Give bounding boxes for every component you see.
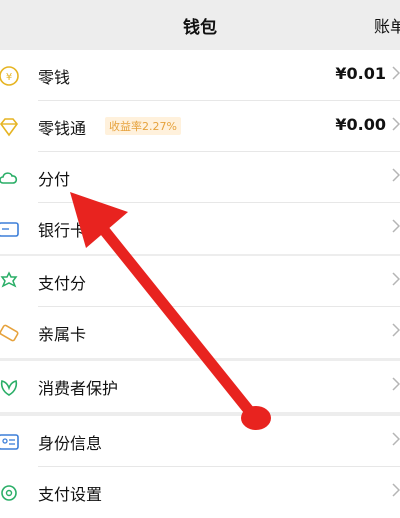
- wallet-item-label: 身份信息: [38, 434, 103, 453]
- wallet-item-bank-card[interactable]: 银行卡: [0, 203, 400, 254]
- wallet-item-label: 亲属卡: [38, 325, 87, 344]
- credit-group: 支付分 亲属卡: [0, 256, 400, 358]
- chevron-right-icon: [392, 377, 400, 391]
- wallet-item-change[interactable]: ¥ 零钱 ¥0.01: [0, 50, 400, 101]
- page-title: 钱包: [183, 18, 217, 38]
- wallet-item-fenfu[interactable]: 分付: [0, 152, 400, 203]
- wallet-item-label: 零钱通: [38, 119, 87, 138]
- chevron-right-icon: [392, 483, 400, 497]
- settings-group: 身份信息 支付设置: [0, 416, 400, 518]
- settings-icon: [1, 485, 17, 501]
- change-balance: ¥0.01: [335, 64, 386, 83]
- wallet-item-label: 消费者保护: [38, 379, 119, 398]
- wallet-item-label: 银行卡: [38, 221, 87, 240]
- wallet-item-label: 分付: [38, 170, 71, 189]
- wallet-item-label: 支付设置: [38, 485, 103, 504]
- bill-link[interactable]: 账单: [374, 13, 400, 37]
- wallet-item-consumer-protection[interactable]: 消费者保护: [0, 361, 400, 412]
- score-icon: [0, 271, 18, 288]
- shield-leaf-icon: [0, 380, 18, 396]
- svg-text:¥: ¥: [6, 72, 12, 83]
- cloud-icon: [0, 172, 18, 184]
- chevron-right-icon: [392, 272, 400, 286]
- family-card-icon: [0, 324, 19, 342]
- chevron-right-icon: [392, 219, 400, 233]
- wallet-item-label: 支付分: [38, 274, 87, 293]
- chevron-right-icon: [392, 66, 400, 80]
- wallet-item-identity[interactable]: 身份信息: [0, 416, 400, 467]
- wallet-item-label: 零钱: [38, 68, 71, 87]
- chevron-right-icon: [392, 323, 400, 337]
- wallet-item-payment-score[interactable]: 支付分: [0, 256, 400, 307]
- chevron-right-icon: [392, 117, 400, 131]
- wallet-item-family-card[interactable]: 亲属卡: [0, 307, 400, 358]
- top-bar: 钱包 账单: [0, 0, 400, 50]
- chevron-right-icon: [392, 168, 400, 182]
- chevron-right-icon: [392, 432, 400, 446]
- id-card-icon: [0, 434, 19, 450]
- wallet-item-lingqiantong[interactable]: 零钱通 收益率2.27% ¥0.00: [0, 101, 400, 152]
- protection-group: 消费者保护: [0, 361, 400, 412]
- yield-badge: 收益率2.27%: [105, 117, 181, 135]
- coin-icon: ¥: [0, 66, 19, 86]
- lingqiantong-balance: ¥0.00: [335, 115, 386, 134]
- card-icon: [0, 222, 19, 237]
- wallet-item-payment-settings[interactable]: 支付设置: [0, 467, 400, 518]
- wallet-group: ¥ 零钱 ¥0.01 零钱通 收益率2.27% ¥0.00 分付 银行卡: [0, 50, 400, 254]
- diamond-icon: [0, 118, 19, 137]
